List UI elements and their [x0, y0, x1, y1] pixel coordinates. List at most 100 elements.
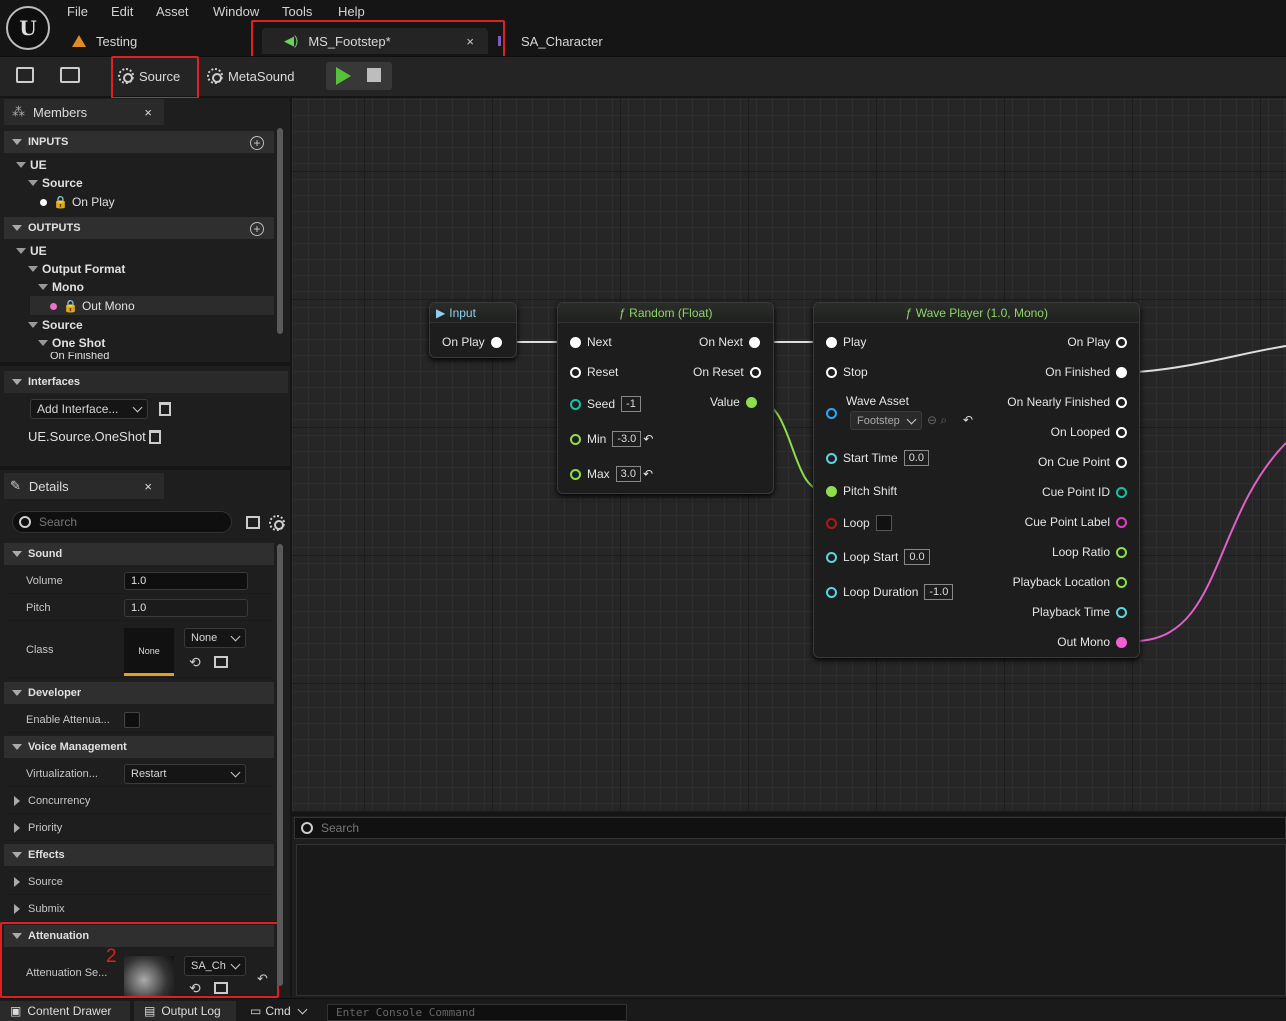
pin-stop[interactable]: Stop	[820, 363, 868, 381]
details-scrollbar[interactable]	[277, 544, 283, 986]
tree-ue-2[interactable]: UE	[16, 242, 47, 260]
close-details-icon[interactable]: ×	[144, 479, 152, 494]
settings-icon[interactable]	[269, 515, 285, 531]
tab-sa-character[interactable]: SA_Character	[498, 28, 603, 54]
browse-asset-icon[interactable]	[214, 982, 228, 994]
reset-arrow-icon[interactable]: ↶	[643, 467, 653, 481]
pin-wave-asset[interactable]	[820, 404, 843, 422]
unreal-logo-icon[interactable]: U	[6, 6, 50, 50]
tab-ms-footstep[interactable]: ◀) MS_Footstep* ×	[262, 28, 488, 54]
pin-reset[interactable]: Reset	[564, 363, 618, 381]
tree-output-format[interactable]: Output Format	[28, 260, 125, 278]
member-on-finished[interactable]: On Finished	[50, 352, 109, 360]
menu-edit[interactable]: Edit	[111, 4, 133, 19]
menu-window[interactable]: Window	[213, 4, 259, 19]
min-input[interactable]: -3.0	[612, 431, 642, 447]
pin-out-mono[interactable]: Out Mono	[1057, 633, 1133, 651]
play-icon[interactable]	[336, 67, 351, 85]
pin-playback-time[interactable]: Playback Time	[1032, 603, 1133, 621]
pin-loop-duration[interactable]: Loop Duration -1.0	[820, 583, 954, 601]
add-interface-dropdown[interactable]: Add Interface...	[30, 399, 148, 419]
menu-file[interactable]: File	[67, 4, 88, 19]
source-row[interactable]: Source	[4, 869, 274, 895]
cmd-dropdown[interactable]: ▭ Cmd	[240, 1001, 320, 1021]
use-selected-icon[interactable]: ⟲	[189, 980, 201, 997]
browse-asset-icon[interactable]	[214, 656, 228, 668]
pitch-input[interactable]: 1.0	[124, 599, 248, 617]
pin-value[interactable]: Value	[710, 393, 763, 411]
volume-input[interactable]: 1.0	[124, 572, 248, 590]
outputs-section[interactable]: OUTPUTS	[4, 217, 274, 239]
close-members-icon[interactable]: ×	[144, 105, 152, 120]
inputs-section[interactable]: INPUTS	[4, 131, 274, 153]
pin-on-looped[interactable]: On Looped	[1051, 423, 1133, 441]
pin-cue-point-label[interactable]: Cue Point Label	[1025, 513, 1133, 531]
tab-testing[interactable]: Testing	[72, 28, 137, 54]
concurrency-row[interactable]: Concurrency	[4, 788, 274, 814]
reset-arrow-icon[interactable]: ↶	[257, 971, 268, 987]
pin-on-next[interactable]: On Next	[699, 333, 766, 351]
pin-out-on-play[interactable]: On Play	[1067, 333, 1133, 351]
details-search-input[interactable]: Search	[12, 511, 232, 533]
pin-start-time[interactable]: Start Time 0.0	[820, 449, 929, 467]
loop-start-input[interactable]: 0.0	[904, 549, 930, 565]
metasound-button[interactable]: MetaSound	[207, 63, 295, 89]
pin-play[interactable]: Play	[820, 333, 866, 351]
console-command-input[interactable]: Enter Console Command	[327, 1004, 627, 1021]
developer-section[interactable]: Developer	[4, 682, 274, 704]
menu-asset[interactable]: Asset	[156, 4, 189, 19]
seed-input[interactable]: -1	[621, 396, 641, 412]
members-tab[interactable]: ⁂ Members ×	[4, 99, 164, 125]
pin-cue-point-id[interactable]: Cue Point ID	[1042, 483, 1133, 501]
pin-on-finished[interactable]: On Finished	[1045, 363, 1133, 381]
trash-icon[interactable]	[149, 430, 161, 444]
submix-row[interactable]: Submix	[4, 896, 274, 922]
pin-next[interactable]: Next	[564, 333, 612, 351]
stop-icon[interactable]	[367, 68, 381, 82]
pin-playback-location[interactable]: Playback Location	[1013, 573, 1133, 591]
effects-section[interactable]: Effects	[4, 844, 274, 866]
add-input-icon[interactable]: +	[250, 136, 264, 150]
reset-arrow-icon[interactable]: ↶	[963, 413, 973, 427]
tree-source-1[interactable]: Source	[28, 174, 83, 192]
trash-icon[interactable]	[159, 402, 171, 416]
pin-loop[interactable]: Loop	[820, 514, 892, 532]
interfaces-section[interactable]: Interfaces	[4, 371, 288, 393]
members-scrollbar[interactable]	[277, 128, 283, 334]
use-selected-icon[interactable]: ⟲	[189, 654, 201, 671]
attenuation-thumbnail[interactable]	[124, 956, 174, 996]
tree-one-shot[interactable]: One Shot	[38, 334, 105, 352]
content-drawer-button[interactable]: ▣ Content Drawer	[0, 1001, 130, 1021]
pin-seed[interactable]: Seed -1	[564, 395, 641, 413]
class-dropdown[interactable]: None	[184, 628, 246, 648]
voice-management-section[interactable]: Voice Management	[4, 736, 274, 758]
member-out-mono[interactable]: 🔒 Out Mono	[50, 297, 135, 315]
pin-on-play[interactable]: On Play	[442, 333, 508, 351]
pin-max[interactable]: Max 3.0 ↶	[564, 465, 653, 483]
use-selected-icon[interactable]: ⊖ ⌕	[927, 413, 947, 428]
start-time-input[interactable]: 0.0	[903, 450, 929, 466]
pin-on-cue-point[interactable]: On Cue Point	[1038, 453, 1133, 471]
pin-loop-ratio[interactable]: Loop Ratio	[1052, 543, 1133, 561]
add-output-icon[interactable]: +	[250, 222, 264, 236]
details-tab[interactable]: ✎ Details ×	[4, 473, 164, 499]
pin-min[interactable]: Min -3.0 ↶	[564, 430, 653, 448]
pin-loop-start[interactable]: Loop Start 0.0	[820, 548, 930, 566]
log-search-input[interactable]: Search	[294, 817, 1286, 839]
priority-row[interactable]: Priority	[4, 815, 274, 841]
wave-asset-dropdown[interactable]: Footstep	[850, 411, 922, 430]
member-on-play[interactable]: 🔒 On Play	[40, 193, 115, 211]
max-input[interactable]: 3.0	[615, 466, 641, 482]
loop-checkbox[interactable]	[875, 515, 892, 531]
grid-view-icon[interactable]	[246, 516, 260, 529]
save-icon[interactable]	[16, 67, 34, 83]
source-button[interactable]: Source	[118, 63, 180, 89]
sound-section[interactable]: Sound	[4, 543, 274, 565]
loop-duration-input[interactable]: -1.0	[924, 584, 954, 600]
enable-attenuation-checkbox[interactable]	[124, 712, 140, 728]
attenuation-section[interactable]: Attenuation	[4, 925, 274, 947]
tree-ue-1[interactable]: UE	[16, 156, 47, 174]
pin-pitch-shift[interactable]: Pitch Shift	[820, 482, 897, 500]
output-log-button[interactable]: ▤ Output Log	[134, 1001, 236, 1021]
class-thumbnail[interactable]: None	[124, 628, 174, 676]
